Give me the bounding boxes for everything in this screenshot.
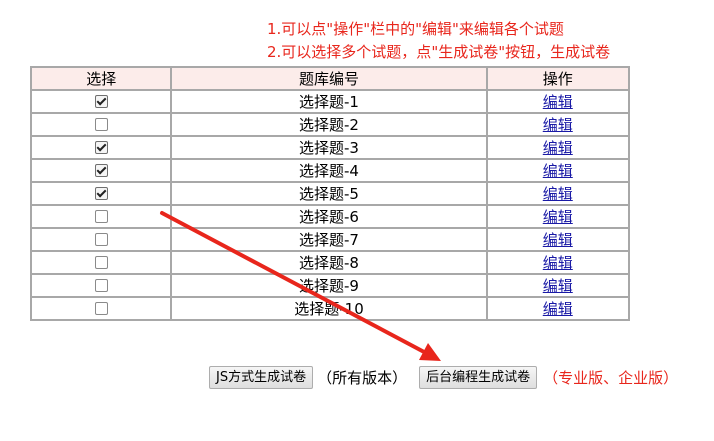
question-name: 选择题-6 <box>170 204 488 229</box>
edit-link[interactable]: 编辑 <box>543 231 573 249</box>
select-cell <box>29 296 173 321</box>
edit-link[interactable]: 编辑 <box>543 116 573 134</box>
select-cell <box>29 112 173 137</box>
row-checkbox[interactable] <box>94 232 108 246</box>
edit-link[interactable]: 编辑 <box>543 185 573 203</box>
action-cell: 编辑 <box>485 89 631 114</box>
row-checkbox[interactable] <box>94 186 108 200</box>
action-cell: 编辑 <box>485 204 631 229</box>
row-checkbox[interactable] <box>94 301 108 315</box>
table-row: 选择题-5 编辑 <box>29 181 631 206</box>
select-cell <box>29 181 173 206</box>
server-generate-paper-button[interactable]: 后台编程生成试卷 <box>419 365 538 389</box>
table-row: 选择题-1 编辑 <box>29 89 631 114</box>
select-cell <box>29 204 173 229</box>
question-name: 选择题-2 <box>170 112 488 137</box>
row-checkbox[interactable] <box>94 140 108 154</box>
action-cell: 编辑 <box>485 296 631 321</box>
header-action: 操作 <box>485 66 631 91</box>
edit-link[interactable]: 编辑 <box>543 139 573 157</box>
edit-link[interactable]: 编辑 <box>543 300 573 318</box>
instruction-line-1: 1.可以点"操作"栏中的"编辑"来编辑各个试题 <box>267 20 564 38</box>
select-cell <box>29 89 173 114</box>
table-header-row: 选择 题库编号 操作 <box>29 66 631 91</box>
js-version-note: （所有版本） <box>317 368 408 387</box>
table-row: 选择题-8 编辑 <box>29 250 631 275</box>
instructions: 1.可以点"操作"栏中的"编辑"来编辑各个试题 2.可以选择多个试题，点"生成试… <box>267 18 610 64</box>
select-cell <box>29 227 173 252</box>
header-select: 选择 <box>29 66 173 91</box>
question-name: 选择题-4 <box>170 158 488 183</box>
table-row: 选择题-9 编辑 <box>29 273 631 298</box>
table-row: 选择题-2 编辑 <box>29 112 631 137</box>
select-cell <box>29 250 173 275</box>
question-name: 选择题-3 <box>170 135 488 160</box>
edit-link[interactable]: 编辑 <box>543 254 573 272</box>
row-checkbox[interactable] <box>94 255 108 269</box>
question-name: 选择题-5 <box>170 181 488 206</box>
action-cell: 编辑 <box>485 112 631 137</box>
table-row: 选择题-10 编辑 <box>29 296 631 321</box>
edit-link[interactable]: 编辑 <box>543 162 573 180</box>
server-version-note: （专业版、企业版） <box>543 368 679 387</box>
question-name: 选择题-7 <box>170 227 488 252</box>
action-bar: JS方式生成试卷 （所有版本） 后台编程生成试卷 （专业版、企业版） <box>209 365 678 389</box>
action-cell: 编辑 <box>485 273 631 298</box>
question-name: 选择题-1 <box>170 89 488 114</box>
row-checkbox[interactable] <box>94 209 108 223</box>
row-checkbox[interactable] <box>94 117 108 131</box>
question-name: 选择题-9 <box>170 273 488 298</box>
action-cell: 编辑 <box>485 250 631 275</box>
question-name: 选择题-8 <box>170 250 488 275</box>
table-row: 选择题-3 编辑 <box>29 135 631 160</box>
question-name: 选择题-10 <box>170 296 488 321</box>
table-row: 选择题-6 编辑 <box>29 204 631 229</box>
instruction-line-2: 2.可以选择多个试题，点"生成试卷"按钮，生成试卷 <box>267 43 611 61</box>
action-cell: 编辑 <box>485 227 631 252</box>
table-row: 选择题-4 编辑 <box>29 158 631 183</box>
edit-link[interactable]: 编辑 <box>543 93 573 111</box>
edit-link[interactable]: 编辑 <box>543 208 573 226</box>
action-cell: 编辑 <box>485 181 631 206</box>
action-cell: 编辑 <box>485 135 631 160</box>
header-question-id: 题库编号 <box>170 66 488 91</box>
edit-link[interactable]: 编辑 <box>543 277 573 295</box>
select-cell <box>29 135 173 160</box>
row-checkbox[interactable] <box>94 94 108 108</box>
select-cell <box>29 273 173 298</box>
select-cell <box>29 158 173 183</box>
js-generate-paper-button[interactable]: JS方式生成试卷 <box>209 365 314 389</box>
table-row: 选择题-7 编辑 <box>29 227 631 252</box>
question-table: 选择 题库编号 操作 选择题-1 编辑 选择题-2 编辑 选择题-3 编辑 选择… <box>29 66 631 321</box>
row-checkbox[interactable] <box>94 278 108 292</box>
action-cell: 编辑 <box>485 158 631 183</box>
row-checkbox[interactable] <box>94 163 108 177</box>
